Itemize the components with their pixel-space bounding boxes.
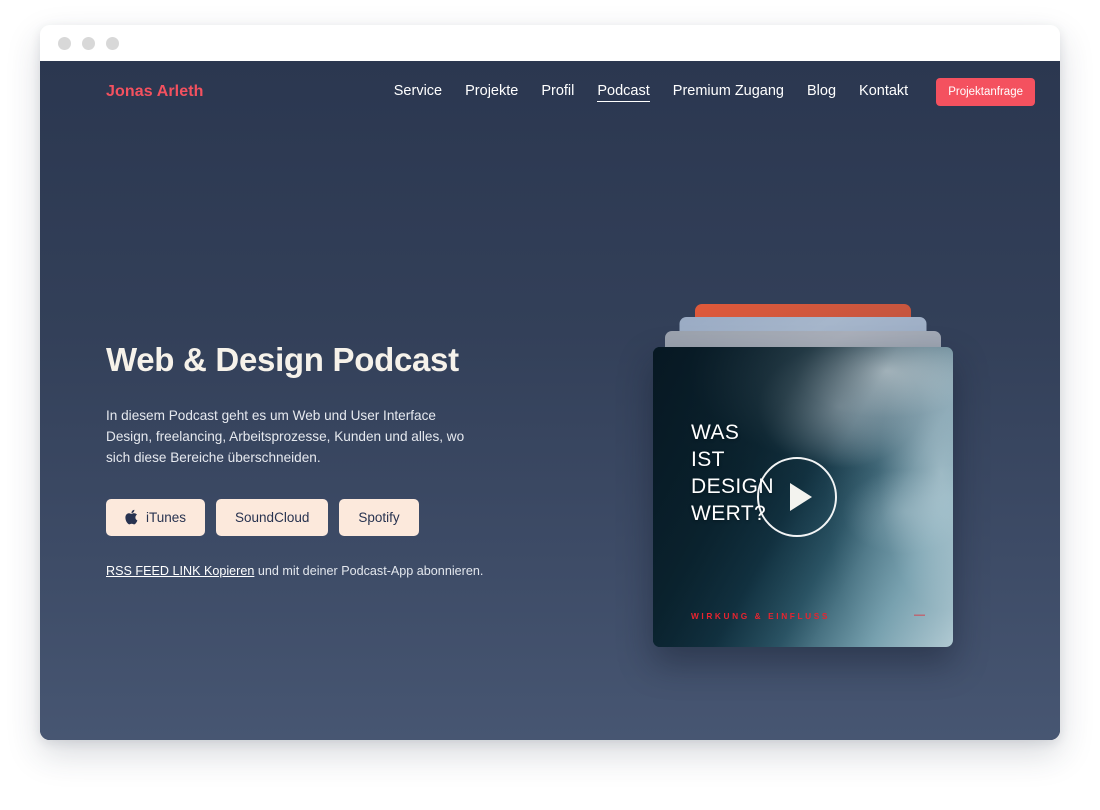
brand-logo[interactable]: Jonas Arleth — [106, 83, 204, 101]
site-viewport: Jonas Arleth Service Projekte Profil Pod… — [40, 61, 1060, 740]
hero-description: In diesem Podcast geht es um Web und Use… — [106, 408, 465, 465]
navbar: Jonas Arleth Service Projekte Profil Pod… — [40, 61, 1060, 123]
podcast-platform-buttons: iTunes SoundCloud Spotify — [106, 499, 536, 537]
nav-item-premium-zugang[interactable]: Premium Zugang — [673, 83, 784, 101]
video-card-footer: WIRKUNG & EINFLUSS — — [691, 610, 925, 621]
rss-feed-suffix: und mit deiner Podcast-App abonnieren. — [254, 564, 484, 579]
soundcloud-button-label: SoundCloud — [235, 510, 310, 526]
nav-item-service[interactable]: Service — [394, 83, 442, 101]
nav-item-profil[interactable]: Profil — [541, 83, 574, 101]
projektanfrage-button[interactable]: Projektanfrage — [936, 78, 1035, 106]
nav-links: Service Projekte Profil Podcast Premium … — [394, 78, 1035, 106]
video-card-tag: WIRKUNG & EINFLUSS — [691, 610, 830, 621]
minimize-icon[interactable] — [82, 36, 95, 50]
rss-feed-line: RSS FEED LINK Kopieren und mit deiner Po… — [106, 564, 536, 578]
zoom-icon[interactable] — [106, 36, 119, 50]
spotify-button-label: Spotify — [358, 510, 400, 526]
browser-window: Jonas Arleth Service Projekte Profil Pod… — [40, 25, 1060, 740]
nav-item-blog[interactable]: Blog — [807, 83, 836, 101]
spotify-button[interactable]: Spotify — [339, 499, 419, 537]
video-card-dash: — — [914, 609, 925, 621]
hero-content: Web & Design Podcast In diesem Podcast g… — [106, 290, 536, 690]
podcast-video-card[interactable]: WAS IST DESIGN WERT? WIRKUNG & EINFLUSS … — [653, 347, 953, 647]
soundcloud-button[interactable]: SoundCloud — [216, 499, 329, 537]
browser-titlebar — [40, 25, 1060, 61]
itunes-button[interactable]: iTunes — [106, 499, 206, 537]
hero-section: Web & Design Podcast In diesem Podcast g… — [40, 290, 1060, 690]
page-title: Web & Design Podcast — [106, 341, 459, 378]
close-icon[interactable] — [58, 36, 71, 50]
itunes-button-label: iTunes — [146, 510, 187, 526]
rss-feed-link[interactable]: RSS FEED LINK Kopieren — [106, 564, 254, 578]
podcast-card-stack: WAS IST DESIGN WERT? WIRKUNG & EINFLUSS … — [546, 290, 1060, 690]
video-card-title-line-2: IST — [691, 448, 725, 472]
nav-item-kontakt[interactable]: Kontakt — [859, 83, 908, 101]
nav-item-podcast[interactable]: Podcast — [597, 83, 650, 102]
play-icon[interactable] — [757, 457, 837, 537]
play-triangle-icon — [789, 483, 812, 511]
nav-item-projekte[interactable]: Projekte — [465, 83, 518, 101]
apple-icon — [125, 509, 138, 525]
video-card-title-line-1: WAS — [691, 421, 740, 444]
